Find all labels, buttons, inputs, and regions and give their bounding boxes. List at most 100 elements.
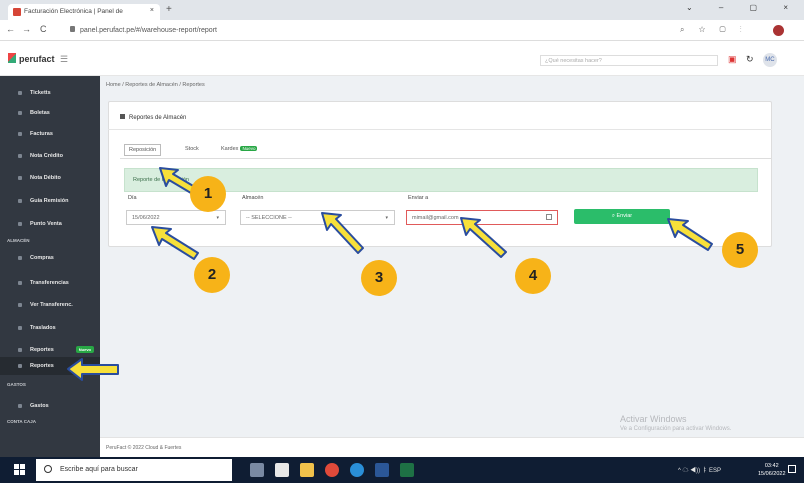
send-button[interactable]: ⌕ Enviar	[574, 209, 670, 224]
sidebar-item-traslados[interactable]: Traslados	[0, 319, 100, 337]
receipt-icon	[18, 111, 22, 115]
logo-icon	[8, 53, 16, 63]
clock-date: 15/06/2022	[758, 471, 786, 477]
file-explorer-icon[interactable]	[300, 463, 314, 477]
system-tray[interactable]: ^ ☁ ◀)) ㅑ ESP	[678, 465, 721, 474]
expense-icon	[18, 404, 22, 408]
watermark-line1: Activar Windows	[620, 414, 687, 424]
task-view-icon[interactable]	[250, 463, 264, 477]
annotation-badge-3: 3	[361, 260, 397, 296]
tab-reposicion[interactable]: Reposición	[124, 144, 162, 156]
windows-start-icon[interactable]	[14, 464, 25, 475]
taskbar-search-input[interactable]: Escribe aquí para buscar	[36, 459, 232, 481]
url-input[interactable]: panel.perufact.pe/#/warehouse-report/rep…	[70, 23, 670, 38]
app-logo[interactable]: perufact	[8, 53, 55, 64]
edge-icon[interactable]	[350, 463, 364, 477]
sidebar-item-ver-transferencias[interactable]: Ver Transferenc.	[0, 296, 100, 314]
tab-divider	[120, 158, 772, 159]
new-badge: Nuevo	[240, 146, 258, 151]
excel-icon[interactable]	[400, 463, 414, 477]
browser-profile-icon[interactable]	[773, 25, 784, 36]
sidebar-item-guia-remision[interactable]: Guía Remisión	[0, 192, 100, 210]
sidebar-item-label: Facturas	[30, 131, 53, 137]
sidebar-item-transferencias[interactable]: Transferencias	[0, 274, 100, 292]
sidebar-section-gastos: GASTOS	[7, 382, 26, 387]
search-icon	[44, 465, 52, 473]
chrome-icon[interactable]	[325, 463, 339, 477]
breadcrumb: Home / Reportes de Almacén / Reportes	[106, 82, 205, 88]
debit-note-icon	[18, 176, 22, 180]
list-icon	[18, 303, 22, 307]
new-tab-button[interactable]: +	[166, 4, 172, 15]
report-icon	[18, 348, 22, 352]
sidebar-item-nota-debito[interactable]: Nota Débito	[0, 169, 100, 187]
browser-toolbar-icons[interactable]: ⌕ ☆ ▢ ⋮	[680, 25, 748, 35]
send-button-label: Enviar	[616, 213, 633, 219]
warehouse-label: Almacén	[242, 195, 264, 201]
tab-label: Kardex	[221, 146, 239, 152]
notifications-icon[interactable]: ▣	[728, 54, 737, 65]
refresh-icon[interactable]: ↻	[746, 54, 754, 65]
sidebar-item-label: Gastos	[30, 403, 49, 409]
sidebar-item-compras[interactable]: Compras	[0, 249, 100, 267]
taskbar-clock[interactable]: 03:42 15/06/2022	[758, 462, 786, 478]
window-controls[interactable]: ⌄ – ▢ ×	[686, 3, 800, 12]
sidebar-item-gastos[interactable]: Gastos	[0, 397, 100, 415]
tab-kardex[interactable]: Kardex Nuevo	[217, 144, 261, 154]
email-value: mimail@gmail.com	[412, 215, 459, 221]
annotation-badge-5: 5	[722, 232, 758, 268]
sidebar: Ticketts Boletas Facturas Nota Crédito N…	[0, 76, 100, 457]
windows-taskbar: Escribe aquí para buscar ^ ☁ ◀)) ㅑ ESP 0…	[0, 457, 804, 483]
sidebar-section-conta-caja: CONTA CAJA	[7, 419, 36, 424]
watermark-line2: Ve a Configuración para activar Windows.	[620, 426, 732, 432]
calendar-icon	[546, 214, 552, 220]
sidebar-section-almacen: ALMACÉN	[7, 238, 30, 243]
sidebar-item-label: Ver Transferenc.	[30, 302, 73, 308]
shopping-icon	[18, 256, 22, 260]
app-search-input[interactable]: ¿Qué necesitas hacer?	[540, 55, 718, 66]
report-icon	[18, 364, 22, 368]
forward-icon[interactable]: →	[22, 24, 31, 34]
card-title-text: Reportes de Almacén	[129, 115, 187, 121]
email-field[interactable]: mimail@gmail.com	[406, 210, 558, 225]
sidebar-item-nota-credito[interactable]: Nota Crédito	[0, 147, 100, 165]
address-bar-row: ← → C panel.perufact.pe/#/warehouse-repo…	[0, 20, 804, 41]
warehouse-value: -- SELECCIONE --	[246, 215, 292, 221]
clock-time: 03:42	[764, 463, 779, 469]
back-icon[interactable]: ←	[6, 24, 15, 34]
notifications-icon[interactable]	[788, 465, 796, 473]
sidebar-item-reportes[interactable]: Reportes	[0, 357, 100, 375]
sidebar-item-label: Nota Crédito	[30, 153, 63, 159]
sidebar-item-tickets[interactable]: Ticketts	[0, 84, 100, 102]
annotation-badge-1: 1	[190, 176, 226, 212]
lock-icon	[70, 26, 75, 32]
date-field[interactable]: 15/06/2022 ▾	[126, 210, 226, 225]
sidebar-item-boletas[interactable]: Boletas	[0, 104, 100, 122]
sidebar-item-punto-venta[interactable]: Punto Venta	[0, 215, 100, 233]
email-label: Enviar a	[408, 195, 429, 201]
user-avatar[interactable]: MC	[762, 52, 777, 67]
app-header: perufact ☰ ¿Qué necesitas hacer? ▣ ↻ MC	[0, 41, 804, 76]
truck-icon	[18, 199, 22, 203]
sidebar-item-label: Traslados	[30, 325, 56, 331]
close-tab-icon[interactable]: ×	[150, 7, 154, 14]
annotation-badge-2: 2	[194, 257, 230, 293]
sidebar-item-label: Boletas	[30, 110, 50, 116]
transfer-icon	[18, 281, 22, 285]
sidebar-item-label: Guía Remisión	[30, 198, 69, 204]
warehouse-select[interactable]: -- SELECCIONE -- ▾	[240, 210, 395, 225]
sidebar-item-facturas[interactable]: Facturas	[0, 125, 100, 143]
sidebar-item-label: Transferencias	[30, 280, 69, 286]
word-icon[interactable]	[375, 463, 389, 477]
browser-tab[interactable]: Facturación Electrónica | Panel de ×	[8, 4, 160, 20]
header-icons: ▣ ↻ MC	[728, 51, 782, 69]
ticket-icon	[18, 91, 22, 95]
tab-stock[interactable]: Stock	[181, 144, 203, 154]
reload-icon[interactable]: C	[40, 24, 47, 34]
sidebar-item-label: Ticketts	[30, 90, 51, 96]
sidebar-item-label: Reportes	[30, 347, 54, 353]
hamburger-icon[interactable]: ☰	[60, 54, 68, 65]
windows-activation-watermark: Activar Windows Ve a Configuración para …	[620, 414, 731, 432]
store-icon[interactable]	[275, 463, 289, 477]
card-title: Reportes de Almacén	[120, 114, 186, 121]
